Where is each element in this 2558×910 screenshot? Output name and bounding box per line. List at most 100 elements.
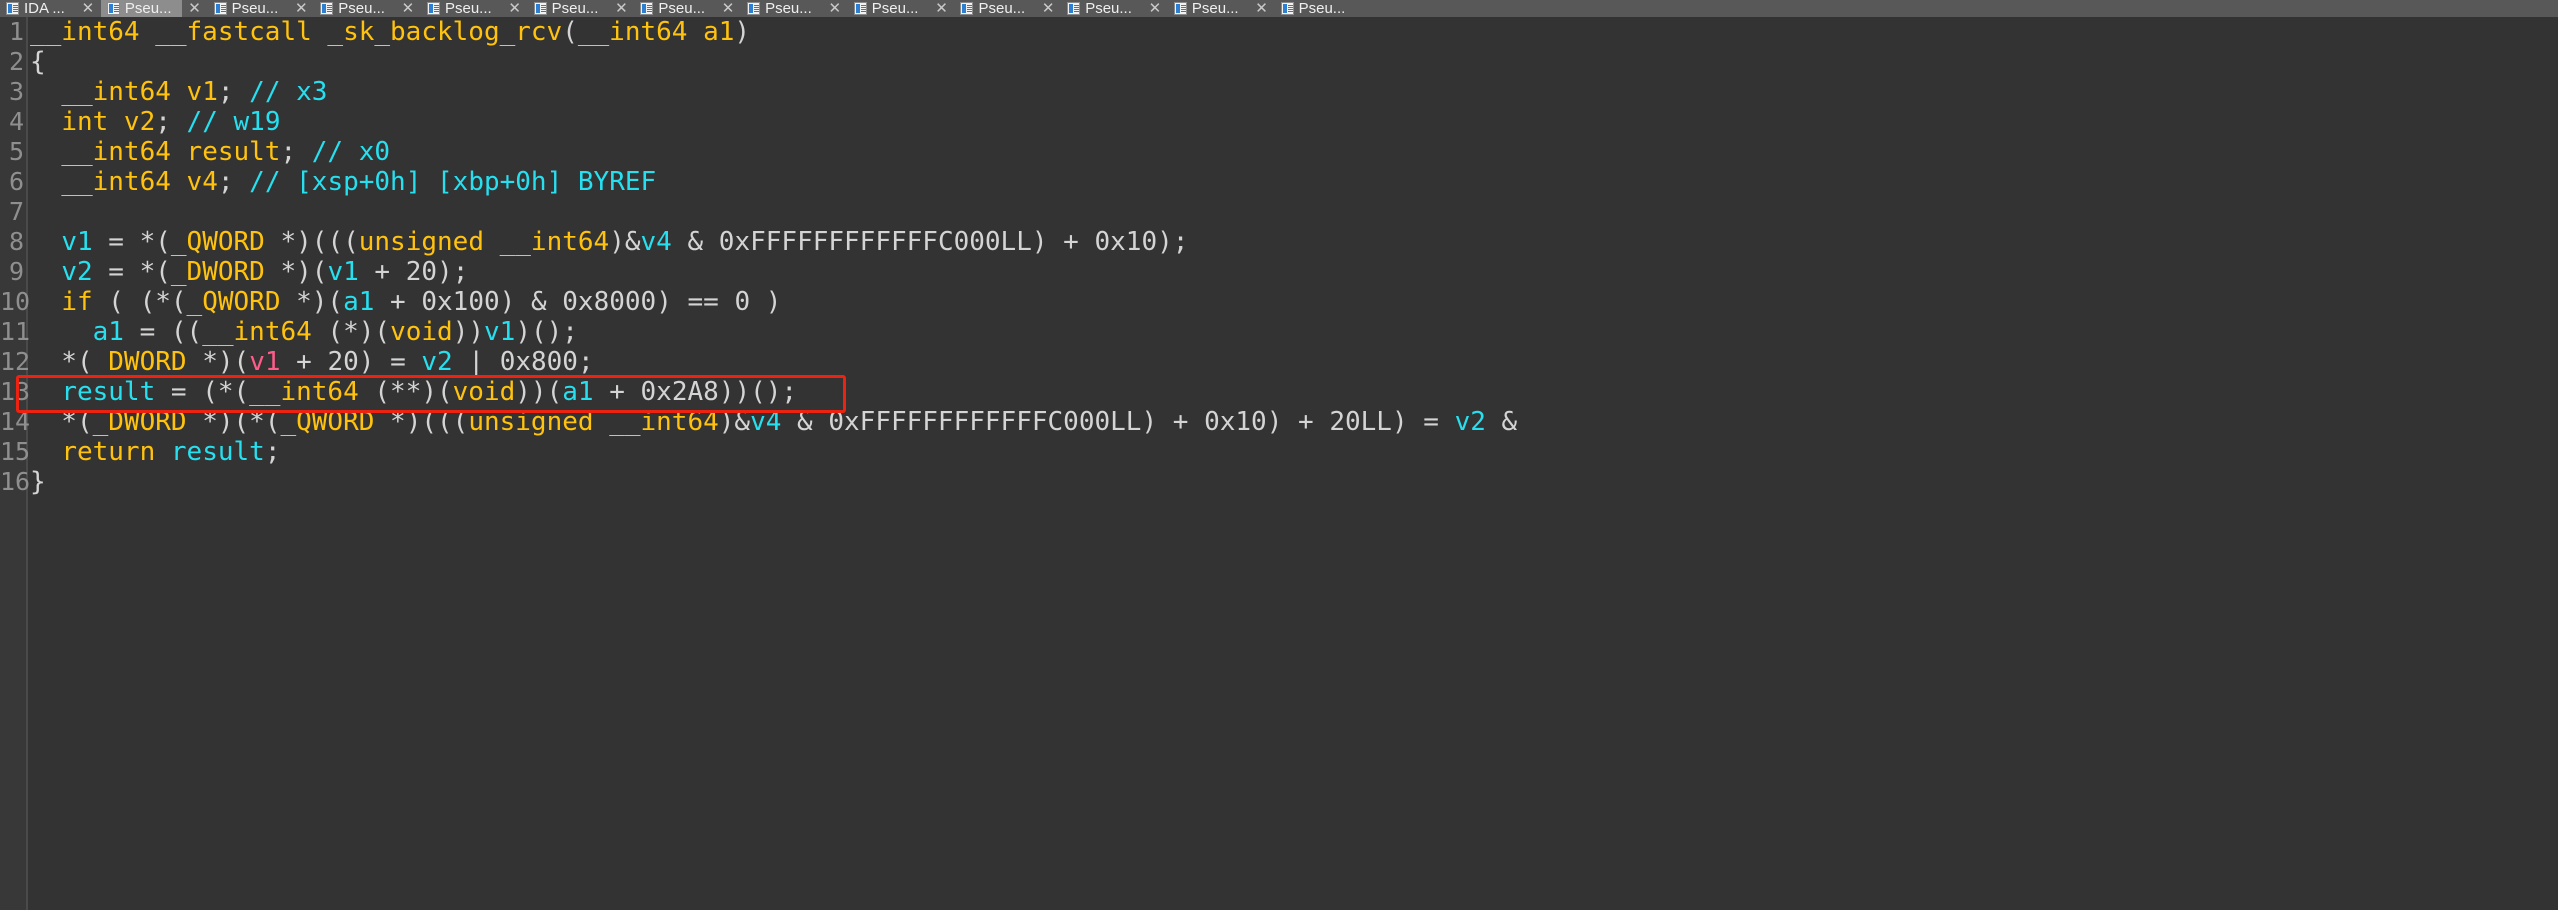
close-icon[interactable]: ✕ [715, 0, 741, 17]
code-token: & [671, 227, 719, 257]
code-line[interactable]: *(_DWORD *)(*(_QWORD *)(((unsigned __int… [30, 407, 2558, 437]
code-line[interactable]: int v2; // w19 [30, 107, 2558, 137]
code-token: + [358, 257, 406, 287]
code-line[interactable]: *( DWORD *)(v1 + 20) = v2 | 0x800; [30, 347, 2558, 377]
line-number: 10 [0, 287, 31, 316]
document-icon [106, 2, 120, 15]
tab-label: Pseu... [1085, 0, 1132, 17]
tab-12[interactable]: Pseu... [1275, 0, 1356, 17]
code-token: _QWORD [280, 407, 375, 437]
pseudocode-editor[interactable]: 1 2 3 4 5 6 7 8 9 10 11 12 13 14 15 16 __int64 __fastca… [0, 17, 2558, 910]
tab-label: Pseu... [124, 0, 172, 17]
tab-3[interactable]: Pseu... [314, 0, 395, 17]
code-line[interactable]: v2 = *(_DWORD *)(v1 + 20); [30, 257, 2558, 287]
code-token: *( [30, 347, 109, 377]
close-icon[interactable]: ✕ [75, 0, 101, 17]
tab-6[interactable]: Pseu... [634, 0, 715, 17]
code-token: DWORD [108, 347, 187, 377]
line-number: 5 [8, 137, 24, 166]
code-token: unsigned __int64 [358, 227, 610, 257]
code-token: 20 [405, 257, 438, 287]
tab-10[interactable]: Pseu... [1061, 0, 1142, 17]
code-token: { [30, 47, 46, 77]
code-token: 20LL [1329, 407, 1392, 437]
close-icon[interactable]: ✕ [608, 0, 634, 17]
code-token: result [61, 377, 156, 407]
line-number: 12 [0, 347, 31, 376]
document-icon [213, 2, 227, 15]
code-token: a1 [562, 377, 594, 407]
code-token: v1 [249, 347, 281, 377]
code-line[interactable]: return result; [30, 437, 2558, 467]
code-token: ; [280, 137, 297, 167]
tab-0[interactable]: IDA ... [0, 0, 75, 17]
line-number: 15 [0, 437, 31, 466]
code-line[interactable]: } [30, 467, 2558, 497]
document-icon [747, 2, 761, 15]
code-line[interactable]: __int64 v4; // [xsp+0h] [xbp+0h] BYREF [30, 167, 2558, 197]
code-line[interactable]: a1 = ((__int64 (*)(void))v1)(); [30, 317, 2558, 347]
code-line[interactable]: if ( (*(_QWORD *)(a1 + 0x100) & 0x8000) … [30, 287, 2558, 317]
close-icon[interactable]: ✕ [1249, 0, 1275, 17]
code-token: (*)( [311, 317, 391, 347]
close-icon[interactable]: ✕ [395, 0, 421, 17]
code-line[interactable]: __int64 __fastcall _sk_backlog_rcv(__int… [30, 17, 2558, 47]
tab-bar[interactable]: IDA ... ✕ Pseu... ✕ Pseu... ✕ Pseu... ✕ Pseu... ✕… [0, 0, 2558, 18]
tab-11[interactable]: Pseu... [1168, 0, 1249, 17]
code-token: ))( [515, 377, 563, 407]
code-token: __int64 __fastcall _sk_backlog_rcv [30, 17, 563, 47]
code-token: v1 [61, 227, 93, 257]
code-token: ) == [656, 287, 735, 317]
code-token: ; [155, 107, 171, 137]
tab-1[interactable]: Pseu... [100, 0, 182, 17]
code-token: ); [437, 257, 469, 287]
tab-label: Pseu... [765, 0, 812, 17]
close-icon[interactable]: ✕ [1142, 0, 1168, 17]
code-token: ) = [358, 347, 422, 377]
line-number-gutter: 1 2 3 4 5 6 7 8 9 10 11 12 13 14 15 16 [0, 17, 31, 910]
tab-2[interactable]: Pseu... [208, 0, 289, 17]
code-token: a1 [92, 317, 124, 347]
tab-label: IDA ... [24, 0, 65, 17]
code-token: *)( [280, 287, 344, 317]
document-icon [960, 2, 974, 15]
line-number: 11 [0, 317, 31, 346]
code-token: __int64 [577, 17, 688, 47]
code-line[interactable]: { [30, 47, 2558, 77]
line-number: 8 [8, 227, 24, 256]
tab-7[interactable]: Pseu... [741, 0, 822, 17]
close-icon[interactable]: ✕ [288, 0, 314, 17]
code-token: a1 [687, 17, 735, 47]
code-token: *)( [264, 257, 328, 287]
code-token: ) [734, 17, 751, 47]
tab-4[interactable]: Pseu... [421, 0, 502, 17]
close-icon[interactable]: ✕ [1035, 0, 1061, 17]
tab-9[interactable]: Pseu... [954, 0, 1035, 17]
code-line[interactable]: v1 = *(_QWORD *)(((unsigned __int64)&v4 … [30, 227, 2558, 257]
tab-label: Pseu... [338, 0, 385, 17]
code-token: ) + [1141, 407, 1205, 437]
close-icon[interactable]: ✕ [182, 0, 208, 17]
code-line[interactable]: __int64 result; // x0 [30, 137, 2558, 167]
code-token: v4 [750, 407, 782, 437]
tab-label: Pseu... [231, 0, 279, 17]
code-token: v4 [640, 227, 672, 257]
code-token: 0x800 [499, 347, 578, 377]
close-icon[interactable]: ✕ [928, 0, 954, 17]
line-number: 1 [8, 17, 24, 46]
code-token: ) = [1391, 407, 1455, 437]
tab-5[interactable]: Pseu... [528, 0, 609, 17]
tab-8[interactable]: Pseu... [848, 0, 929, 17]
code-line[interactable]: __int64 v1; // x3 [30, 77, 2558, 107]
code-token: = *( [92, 257, 171, 287]
document-icon [1067, 2, 1081, 15]
code-token: )(); [515, 317, 578, 347]
code-line[interactable]: result = (*(__int64 (**)(void))(a1 + 0x2… [30, 377, 2558, 407]
code-area[interactable]: __int64 __fastcall _sk_backlog_rcv(__int… [30, 17, 2558, 910]
code-line[interactable] [30, 197, 2558, 227]
close-icon[interactable]: ✕ [822, 0, 848, 17]
close-icon[interactable]: ✕ [502, 0, 528, 17]
